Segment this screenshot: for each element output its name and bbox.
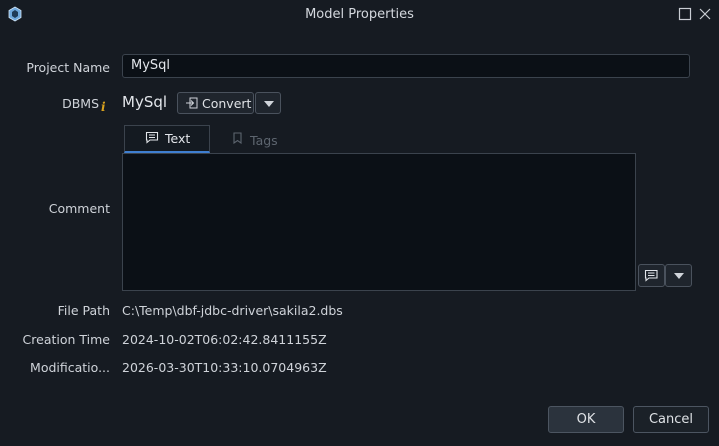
chevron-down-icon [264,101,274,107]
creation-time-value: 2024-10-02T06:02:42.8411155Z [122,332,327,347]
chevron-down-icon [674,273,684,279]
close-icon[interactable] [698,7,712,21]
tab-text[interactable]: Text [124,125,210,153]
comment-editor-button[interactable] [638,264,665,287]
comment-label: Comment [48,201,110,216]
project-name-label: Project Name [26,60,110,75]
info-icon[interactable]: i [101,100,106,114]
tag-icon [233,132,242,144]
comment-dropdown-button[interactable] [665,264,692,287]
convert-label: Convert [202,96,252,111]
comment-textarea[interactable] [122,153,636,291]
file-path-value: C:\Temp\dbf-jdbc-driver\sakila2.dbs [122,303,343,318]
tab-text-label: Text [165,131,191,146]
ok-button[interactable]: OK [548,406,624,433]
convert-icon [186,97,198,109]
convert-dropdown-button[interactable] [255,92,281,114]
tab-tags-label: Tags [250,133,278,148]
dbms-value: MySql [122,93,168,111]
tab-tags[interactable]: Tags [220,125,300,153]
comment-icon [145,131,159,144]
convert-button[interactable]: Convert [177,92,254,114]
title-bar: Model Properties [0,0,719,30]
project-name-input[interactable]: MySql [122,54,690,78]
modification-time-value: 2026-03-30T10:33:10.0704963Z [122,360,327,375]
creation-time-label: Creation Time [22,332,110,347]
maximize-icon[interactable] [678,7,692,21]
file-path-label: File Path [57,303,110,318]
cancel-button[interactable]: Cancel [633,406,709,433]
modification-time-label: Modificatio... [30,360,110,375]
comment-icon [644,269,658,282]
window-title: Model Properties [305,7,414,22]
dbms-label: DBMS [62,96,99,111]
